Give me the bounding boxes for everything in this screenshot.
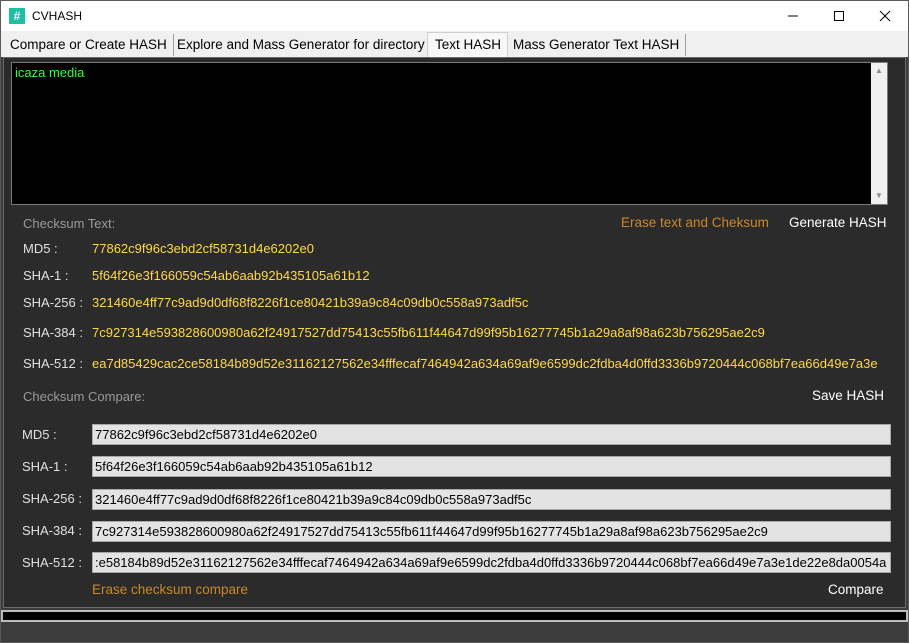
tab-compare-or-create[interactable]: Compare or Create HASH: [3, 34, 174, 56]
compare-sha1-label: SHA-1 :: [22, 459, 68, 474]
close-icon: [879, 10, 891, 22]
compare-sha384-input[interactable]: [92, 521, 891, 542]
text-input-area[interactable]: icaza media ▲ ▼: [11, 62, 888, 205]
app-window: # CVHASH Compare or Create HASH Explore …: [0, 0, 909, 643]
sha1-value: 5f64f26e3f166059c54ab6aab92b435105a61b12: [92, 268, 370, 283]
compare-sha1-input[interactable]: [92, 456, 891, 477]
status-bar: [1, 610, 908, 622]
compare-sha384-label: SHA-384 :: [22, 523, 82, 538]
maximize-button[interactable]: [816, 1, 862, 31]
compare-md5-label: MD5 :: [22, 427, 57, 442]
compare-button[interactable]: Compare: [828, 582, 884, 597]
sha1-label: SHA-1 :: [23, 268, 69, 283]
maximize-icon: [834, 11, 844, 21]
erase-checksum-compare-button[interactable]: Erase checksum compare: [92, 582, 248, 597]
tab-text-hash[interactable]: Text HASH: [427, 32, 509, 57]
tab-strip: Compare or Create HASH Explore and Mass …: [1, 31, 908, 57]
minimize-icon: [788, 15, 798, 17]
tab-explore-mass-generator[interactable]: Explore and Mass Generator for directory: [170, 34, 432, 56]
window-bottom: [1, 622, 908, 642]
text-input-value: icaza media: [15, 65, 85, 80]
compare-sha512-input[interactable]: [92, 552, 891, 573]
save-hash-button[interactable]: Save HASH: [812, 388, 884, 403]
app-hash-icon: #: [9, 8, 25, 24]
erase-text-checksum-button[interactable]: Erase text and Cheksum: [621, 215, 769, 230]
sha512-label: SHA-512 :: [23, 356, 83, 371]
sha384-value: 7c927314e593828600980a62f24917527dd75413…: [92, 325, 765, 340]
checksum-text-label: Checksum Text:: [23, 216, 116, 231]
title-bar: # CVHASH: [1, 1, 908, 31]
checksum-compare-label: Checksum Compare:: [23, 389, 146, 404]
tab-mass-generator-text[interactable]: Mass Generator Text HASH: [506, 34, 687, 56]
close-button[interactable]: [862, 1, 908, 31]
sha256-label: SHA-256 :: [23, 295, 83, 310]
md5-value: 77862c9f96c3ebd2cf58731d4e6202e0: [92, 241, 314, 256]
md5-label: MD5 :: [23, 241, 58, 256]
generate-hash-button[interactable]: Generate HASH: [789, 215, 887, 230]
compare-sha256-input[interactable]: [92, 489, 891, 510]
scroll-down-icon[interactable]: ▼: [871, 188, 887, 204]
sha384-label: SHA-384 :: [23, 325, 83, 340]
minimize-button[interactable]: [770, 1, 816, 31]
scroll-up-icon[interactable]: ▲: [871, 63, 887, 79]
compare-sha512-label: SHA-512 :: [22, 555, 82, 570]
window-title: CVHASH: [32, 9, 83, 23]
compare-md5-input[interactable]: [92, 424, 891, 445]
sha256-value: 321460e4ff77c9ad9d0df68f8226f1ce80421b39…: [92, 295, 529, 310]
compare-sha256-label: SHA-256 :: [22, 491, 82, 506]
vertical-scrollbar[interactable]: ▲ ▼: [871, 63, 887, 204]
sha512-value: ea7d85429cac2ce58184b89d52e31162127562e3…: [92, 356, 878, 371]
text-hash-panel: icaza media ▲ ▼ Checksum Text: Erase tex…: [3, 57, 906, 608]
